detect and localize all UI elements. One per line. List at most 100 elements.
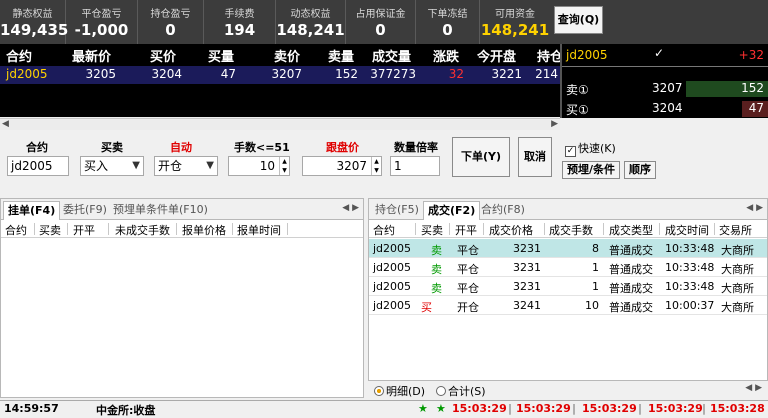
side-select[interactable]: 买入 ▼ xyxy=(80,156,144,176)
row-contract: jd2005 xyxy=(373,242,412,255)
col-order-price[interactable]: 报单价格 xyxy=(182,222,226,238)
col-ask-vol[interactable]: 卖量 xyxy=(328,46,354,65)
bid-volume-bar: 47 xyxy=(742,101,768,117)
col-exchange[interactable]: 交易所 xyxy=(719,222,752,238)
tab-preset-conditional[interactable]: 预埋单条件单(F10) xyxy=(109,201,212,220)
row-time: 10:00:37 xyxy=(665,299,715,312)
static-equity-label: 静态权益 xyxy=(12,9,53,20)
col-change[interactable]: 涨跌 xyxy=(433,46,459,65)
col-order-time[interactable]: 报单时间 xyxy=(237,222,281,238)
multiplier-input[interactable]: 1 xyxy=(390,156,440,176)
row-side: 买 xyxy=(421,301,432,314)
submit-order-button[interactable]: 下单(Y) xyxy=(452,137,510,177)
col-contract[interactable]: 合约 xyxy=(373,222,395,238)
spin-up-icon[interactable]: ▲ xyxy=(372,157,381,166)
qty-value: 10 xyxy=(259,159,275,173)
cancel-button[interactable]: 取消 xyxy=(518,137,552,177)
ask-level-1[interactable]: 卖① 3207 152 xyxy=(562,80,768,98)
checkbox-checked-icon[interactable]: ✓ xyxy=(565,146,576,157)
table-row[interactable]: jd2005 卖 平仓 3231 1 普通成交 10:33:48 大商所 xyxy=(369,258,767,277)
order-frozen: 下单冻结 0 xyxy=(416,0,480,44)
quick-label: 快速(K) xyxy=(578,142,616,155)
scroll-left-icon[interactable]: ◀ xyxy=(2,119,9,129)
fee-value: 194 xyxy=(223,21,256,39)
tab-orders[interactable]: 委托(F9) xyxy=(59,201,111,220)
col-offset[interactable]: 开平 xyxy=(455,222,477,238)
price-value: 3207 xyxy=(336,159,367,173)
radio-icon[interactable] xyxy=(436,386,446,396)
total-radio[interactable]: 合计(S) xyxy=(436,383,486,399)
chevron-down-icon[interactable]: ▼ xyxy=(132,157,140,175)
scroll-right-icon[interactable]: ▶ xyxy=(551,119,558,129)
spin-down-icon[interactable]: ▼ xyxy=(280,166,289,175)
col-trade-time[interactable]: 成交时间 xyxy=(665,222,709,238)
price-spinner[interactable]: ▲ ▼ xyxy=(371,157,381,175)
row-exchange: 大商所 xyxy=(721,263,754,276)
col-contract[interactable]: 合约 xyxy=(5,222,27,238)
tab-positions[interactable]: 持仓(F5) xyxy=(371,201,423,220)
table-row[interactable]: jd2005 卖 平仓 3231 8 普通成交 10:33:48 大商所 xyxy=(369,239,767,258)
depth-change: +32 xyxy=(738,48,764,62)
col-volume[interactable]: 成交量 xyxy=(372,46,411,65)
check-icon: ✓ xyxy=(654,46,665,60)
radio-selected-icon[interactable] xyxy=(374,386,384,396)
col-ask[interactable]: 卖价 xyxy=(274,46,300,65)
fee: 手续费 194 xyxy=(204,0,276,44)
col-trade-qty[interactable]: 成交手数 xyxy=(549,222,593,238)
available-value: 148,241 xyxy=(480,21,550,39)
quote-horizontal-scrollbar[interactable]: ◀ ▶ xyxy=(0,118,560,130)
static-equity-value: 149,435 xyxy=(0,21,69,39)
dynamic-equity: 动态权益 148,241 xyxy=(276,0,346,44)
table-row[interactable]: jd2005 卖 平仓 3231 1 普通成交 10:33:48 大商所 xyxy=(369,277,767,296)
tab-scroll-arrows-icon[interactable]: ◀ ▶ xyxy=(342,203,359,213)
tab-trades[interactable]: 成交(F2) xyxy=(423,201,481,220)
col-trade-type[interactable]: 成交类型 xyxy=(609,222,653,238)
available-funds: 可用资金 148,241 xyxy=(480,0,550,44)
query-button[interactable]: 查询(Q) xyxy=(554,6,603,34)
contract-input[interactable]: jd2005 xyxy=(7,156,69,176)
col-side[interactable]: 买卖 xyxy=(421,222,443,238)
detail-radio[interactable]: 明细(D) xyxy=(374,383,425,399)
quick-checkbox[interactable]: ✓ 快速(K) xyxy=(565,140,616,157)
account-bar: 静态权益 149,435 平仓盈亏 -1,000 持仓盈亏 0 手续费 194 … xyxy=(0,0,768,44)
col-contract[interactable]: 合约 xyxy=(6,46,32,65)
price-stepper[interactable]: 3207 ▲ ▼ xyxy=(302,156,382,176)
sequence-button[interactable]: 顺序 xyxy=(624,161,656,179)
server-time-1: 15:03:29 xyxy=(452,402,507,415)
col-open[interactable]: 今开盘 xyxy=(477,46,516,65)
row-price: 3231 xyxy=(513,242,541,255)
tab-contracts[interactable]: 合约(F8) xyxy=(477,201,529,220)
col-trade-price[interactable]: 成交价格 xyxy=(489,222,533,238)
bid-vol: 47 xyxy=(748,101,764,115)
col-side[interactable]: 买卖 xyxy=(39,222,61,238)
table-row[interactable]: jd2005 买 开仓 3241 10 普通成交 10:00:37 大商所 xyxy=(369,296,767,315)
row-type: 普通成交 xyxy=(609,244,653,257)
col-bid-vol[interactable]: 买量 xyxy=(208,46,234,65)
scroll-arrows-icon[interactable]: ◀ ▶ xyxy=(745,383,762,393)
col-unfilled-qty[interactable]: 未成交手数 xyxy=(115,222,170,238)
chevron-down-icon[interactable]: ▼ xyxy=(206,157,214,175)
bid-price: 3204 xyxy=(652,101,683,115)
multiplier-label: 数量倍率 xyxy=(394,141,438,154)
quote-row[interactable]: jd2005 3205 3204 47 3207 152 377273 32 3… xyxy=(0,66,560,84)
qty-spinner[interactable]: ▲ ▼ xyxy=(279,157,289,175)
offset-select[interactable]: 开仓 ▼ xyxy=(154,156,218,176)
row-type: 普通成交 xyxy=(609,263,653,276)
col-bid[interactable]: 买价 xyxy=(150,46,176,65)
col-last[interactable]: 最新价 xyxy=(72,46,111,65)
margin-value: 0 xyxy=(375,21,386,39)
spin-up-icon[interactable]: ▲ xyxy=(280,157,289,166)
qty-stepper[interactable]: 10 ▲ ▼ xyxy=(228,156,290,176)
tab-pending[interactable]: 挂单(F4) xyxy=(3,201,61,220)
spin-down-icon[interactable]: ▼ xyxy=(372,166,381,175)
tab-scroll-arrows-icon[interactable]: ◀ ▶ xyxy=(746,203,763,213)
margin: 占用保证金 0 xyxy=(346,0,416,44)
preset-condition-button[interactable]: 预埋/条件 xyxy=(562,161,620,179)
pending-columns: 合约 买卖 开平 未成交手数 报单价格 报单时间 xyxy=(1,220,363,238)
quote-ask: 3207 xyxy=(271,67,302,81)
separator: | xyxy=(638,402,643,415)
bid-level-1[interactable]: 买① 3204 47 xyxy=(562,100,768,118)
row-qty: 10 xyxy=(585,299,599,312)
row-offset: 平仓 xyxy=(457,282,479,295)
col-offset[interactable]: 开平 xyxy=(73,222,95,238)
